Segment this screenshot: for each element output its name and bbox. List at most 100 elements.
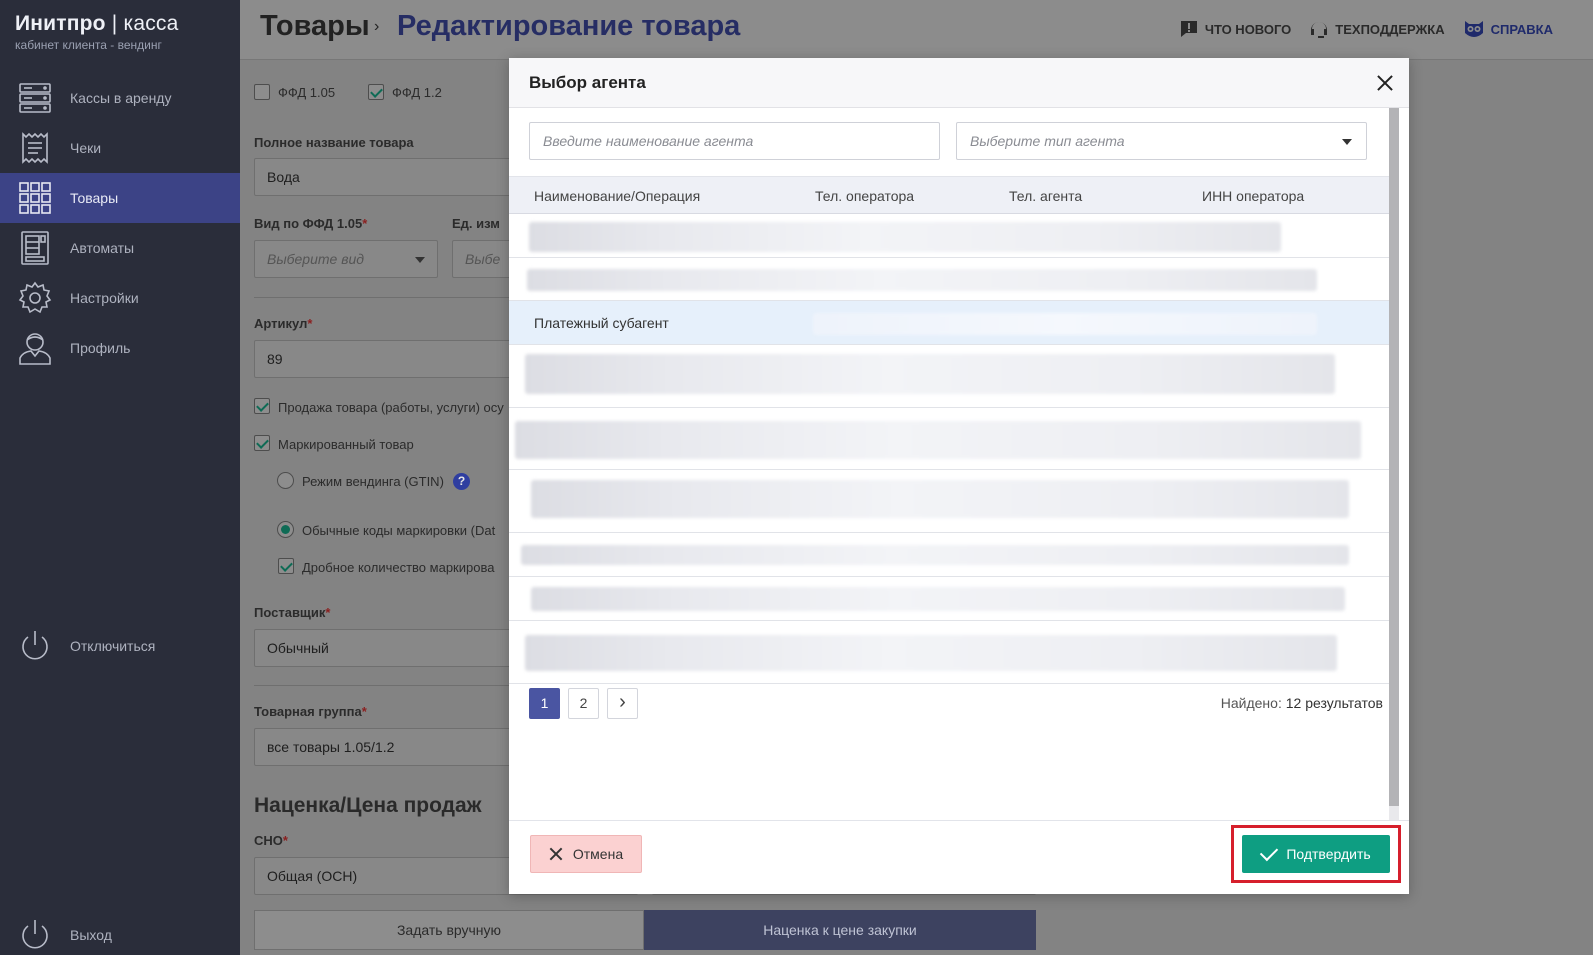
sidebar-item-label: Профиль xyxy=(70,340,131,356)
table-row[interactable] xyxy=(509,577,1389,621)
next-page-button[interactable]: › xyxy=(607,688,638,719)
page-button[interactable]: 2 xyxy=(568,688,599,719)
close-icon xyxy=(549,847,563,861)
kind-label: Вид по ФФД 1.05* xyxy=(254,216,367,231)
ffd12-checkbox[interactable] xyxy=(368,84,384,100)
headset-icon xyxy=(1311,22,1328,38)
logout-button[interactable]: Выход xyxy=(0,910,240,955)
brand-separator: | xyxy=(111,12,118,35)
close-icon[interactable] xyxy=(1373,71,1397,95)
article-label-text: Артикул xyxy=(254,316,308,331)
table-row-selected[interactable]: Платежный субагент xyxy=(509,301,1389,345)
modal-header: Выбор агента xyxy=(509,58,1409,108)
table-row[interactable] xyxy=(509,621,1389,684)
vending-mode-radio[interactable] xyxy=(277,472,294,489)
sidebar: Инитпро | касса кабинет клиента - вендин… xyxy=(0,0,240,955)
table-row[interactable] xyxy=(509,533,1389,577)
required-mark: * xyxy=(325,605,331,620)
sale-checkbox[interactable] xyxy=(254,398,270,414)
sno-label-text: СНО xyxy=(254,833,283,848)
markup-section-title: Наценка/Цена продаж xyxy=(254,794,482,817)
breadcrumb-separator: › xyxy=(374,18,380,35)
redacted-content xyxy=(527,269,1317,291)
power-icon xyxy=(16,916,54,954)
unit-select[interactable]: Выбе xyxy=(452,240,512,278)
table-row[interactable] xyxy=(509,214,1389,258)
column-header[interactable]: Тел. оператора xyxy=(815,188,914,204)
table-header: Наименование/Операция Тел. оператора Тел… xyxy=(509,176,1389,214)
found-label: Найдено: xyxy=(1220,695,1282,711)
fractional-checkbox[interactable] xyxy=(278,558,294,574)
sno-label: СНО* xyxy=(254,833,288,848)
sidebar-item-label: Чеки xyxy=(70,140,102,156)
breadcrumb-root[interactable]: Товары xyxy=(260,10,370,43)
group-label: Товарная группа* xyxy=(254,704,367,719)
regular-codes-radio[interactable] xyxy=(277,521,294,538)
article-input[interactable]: 89 xyxy=(254,340,514,378)
redacted-content xyxy=(515,421,1361,459)
whats-new-label: Что нового xyxy=(1204,21,1292,37)
page-title: Редактирование товара xyxy=(397,10,741,42)
modal-title: Выбор агента xyxy=(529,73,646,92)
sidebar-item-kassy[interactable]: Кассы в аренду xyxy=(0,73,240,123)
sidebar-item-avtomaty[interactable]: Автоматы xyxy=(0,223,240,273)
agent-name-input[interactable]: Введите наименование агента xyxy=(529,122,940,160)
sidebar-item-label: Настройки xyxy=(70,290,139,306)
redacted-content xyxy=(525,635,1337,671)
help-link[interactable]: Справка xyxy=(1463,19,1553,39)
marked-checkbox[interactable] xyxy=(254,435,270,451)
agent-type-select[interactable]: Выберите тип агента xyxy=(956,122,1367,160)
redacted-content xyxy=(521,545,1349,565)
confirm-button[interactable]: Подтвердить xyxy=(1242,835,1390,873)
confirm-highlight-frame: Подтвердить xyxy=(1231,825,1401,883)
user-icon xyxy=(16,329,54,367)
sidebar-item-profil[interactable]: Профиль xyxy=(0,323,240,373)
agent-select-modal: Выбор агента Введите наименование агента… xyxy=(509,58,1409,894)
vending-mode-label: Режим вендинга (GTIN) xyxy=(302,474,444,489)
page-button[interactable]: 1 xyxy=(529,688,560,719)
brand-product: касса xyxy=(123,12,179,35)
brand: Инитпро | касса кабинет клиента - вендин… xyxy=(15,12,178,52)
header: Товары › Редактирование товара Что новог… xyxy=(240,0,1593,60)
support-label: Техподдержка xyxy=(1335,21,1445,37)
sidebar-item-cheki[interactable]: Чеки xyxy=(0,123,240,173)
header-links: Что нового Техподдержка Справка xyxy=(1179,18,1553,40)
cancel-button[interactable]: Отмена xyxy=(530,835,642,873)
table-row[interactable] xyxy=(509,470,1389,533)
support-link[interactable]: Техподдержка xyxy=(1309,18,1445,40)
table-row[interactable] xyxy=(509,345,1389,408)
sidebar-item-label: Кассы в аренду xyxy=(70,90,172,106)
logout-label: Выход xyxy=(70,927,112,943)
redacted-content xyxy=(525,354,1335,394)
divider xyxy=(254,297,514,298)
column-header[interactable]: ИНН оператора xyxy=(1202,188,1304,204)
redacted-content xyxy=(531,480,1349,518)
supplier-label: Поставщик* xyxy=(254,605,330,620)
redacted-content xyxy=(813,313,1317,335)
ffd105-checkbox[interactable] xyxy=(254,84,270,100)
sidebar-item-nastroyki[interactable]: Настройки xyxy=(0,273,240,323)
results-count: Найдено: 12 результатов xyxy=(1221,695,1383,711)
column-header[interactable]: Наименование/Операция xyxy=(534,188,700,204)
caret-down-icon xyxy=(415,257,425,263)
redacted-content xyxy=(531,587,1345,611)
column-header[interactable]: Тел. агента xyxy=(1009,188,1082,204)
table-row[interactable] xyxy=(509,408,1389,470)
supplier-select[interactable]: Обычный xyxy=(254,629,514,667)
full-name-label: Полное название товара xyxy=(254,135,414,150)
full-name-input[interactable]: Вода xyxy=(254,158,514,196)
sidebar-item-label: Автоматы xyxy=(70,240,135,256)
kind-select[interactable]: Выберите вид xyxy=(254,240,438,278)
table-row[interactable] xyxy=(509,258,1389,301)
tab-markup[interactable]: Наценка к цене закупки xyxy=(644,910,1036,950)
redacted-content xyxy=(529,222,1281,252)
sidebar-item-tovary[interactable]: Товары xyxy=(0,173,240,223)
scrollbar[interactable] xyxy=(1389,108,1399,806)
group-select[interactable]: все товары 1.05/1.2 xyxy=(254,728,514,766)
help-icon[interactable]: ? xyxy=(453,473,470,490)
disconnect-button[interactable]: Отключиться xyxy=(0,621,240,671)
tab-manual[interactable]: Задать вручную xyxy=(254,910,644,950)
whats-new-link[interactable]: Что нового xyxy=(1179,19,1291,39)
check-icon xyxy=(1260,842,1279,861)
required-mark: * xyxy=(362,216,368,231)
